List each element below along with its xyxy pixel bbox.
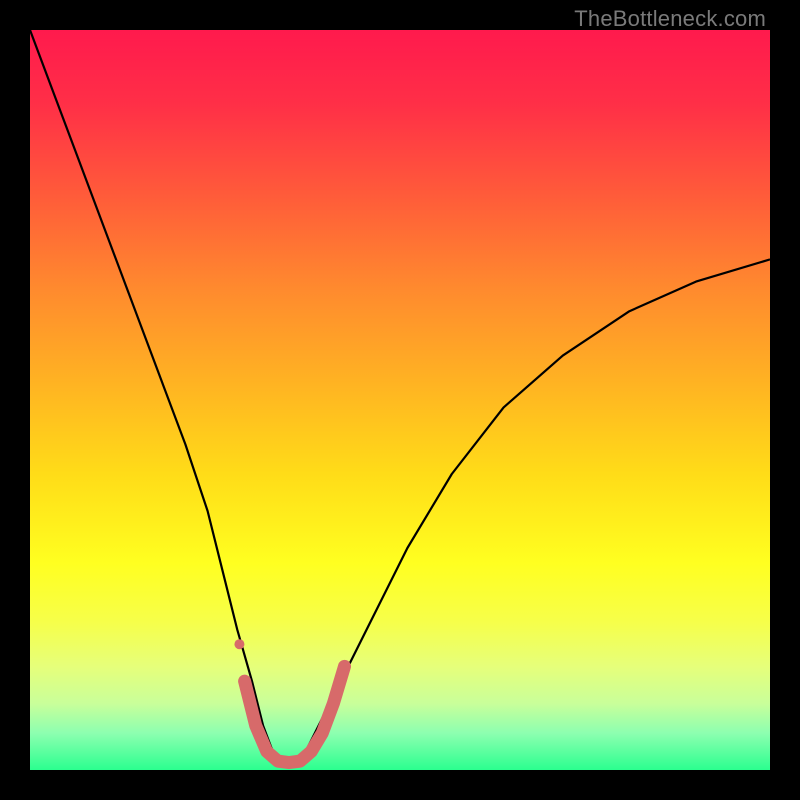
chart-frame [30, 30, 770, 770]
bottleneck-chart [30, 30, 770, 770]
outlier-dot [234, 639, 244, 649]
watermark-text: TheBottleneck.com [574, 6, 766, 32]
gradient-background [30, 30, 770, 770]
